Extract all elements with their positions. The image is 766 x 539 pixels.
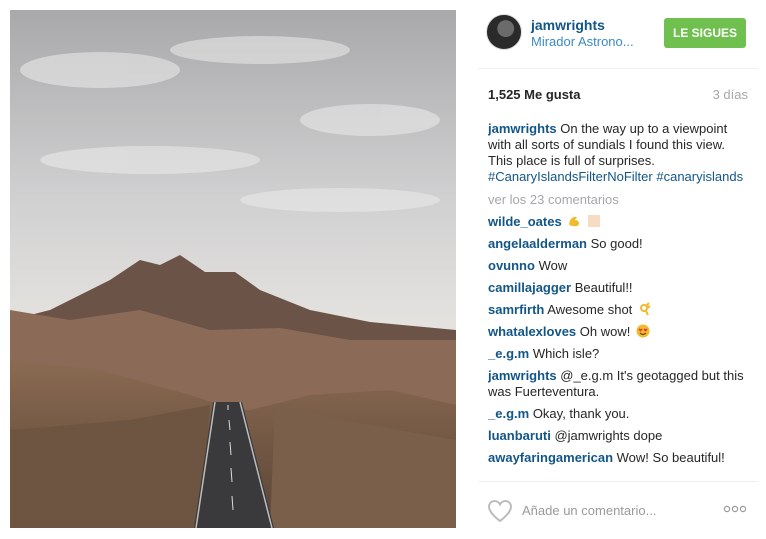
heart-outline-icon[interactable] <box>487 499 513 523</box>
comment-username[interactable]: angelaalderman <box>488 236 587 251</box>
comment-username[interactable]: awayfaringamerican <box>488 450 613 465</box>
likes-count[interactable]: 1,525 Me gusta <box>488 87 581 102</box>
comment-text: Wow! So beautiful! <box>616 450 725 465</box>
comment-username[interactable]: luanbaruti <box>488 428 551 443</box>
post-footer <box>478 481 758 539</box>
view-all-comments-link[interactable]: ver los 23 comentarios <box>488 192 750 208</box>
ok-hand-emoji <box>639 302 651 316</box>
post-age[interactable]: 3 días <box>713 87 748 102</box>
follow-button[interactable]: LE SIGUES <box>664 18 746 48</box>
comment-item: jamwrights @_e.g.m It's geotagged but th… <box>488 368 750 400</box>
add-comment-input[interactable] <box>522 500 702 520</box>
comment-username[interactable]: jamwrights <box>488 368 557 383</box>
comment-username[interactable]: whatalexloves <box>488 324 576 339</box>
post-sidebar: jamwrights Mirador Astrono... LE SIGUES … <box>478 0 766 538</box>
comment-item: ovunno Wow <box>488 258 750 274</box>
comment-item: luanbaruti @jamwrights dope <box>488 428 750 444</box>
comment-username[interactable]: camillajagger <box>488 280 571 295</box>
comment-item: camillajagger Beautiful!! <box>488 280 750 296</box>
comment-text: So good! <box>590 236 643 251</box>
comment-item: samrfirth Awesome shot <box>488 302 750 318</box>
comment-text: Awesome shot <box>547 302 633 317</box>
comment-text: Oh wow! <box>579 324 631 339</box>
flexed-biceps-emoji <box>569 216 580 227</box>
comment-item: wilde_oates <box>488 214 750 230</box>
post-location[interactable]: Mirador Astrono... <box>531 34 634 49</box>
avatar[interactable] <box>486 14 522 50</box>
comment-item: _e.g.m Okay, thank you. <box>488 406 750 422</box>
more-options-icon[interactable] <box>723 504 747 514</box>
post-header: jamwrights Mirador Astrono... LE SIGUES <box>478 0 758 69</box>
post-username[interactable]: jamwrights <box>531 17 605 33</box>
heart-eyes-emoji <box>636 324 650 338</box>
comment-username[interactable]: samrfirth <box>488 302 544 317</box>
comment-username[interactable]: ovunno <box>488 258 535 273</box>
comment-item: _e.g.m Which isle? <box>488 346 750 362</box>
comment-text: Okay, thank you. <box>532 406 630 421</box>
comment-item: awayfaringamerican Wow! So beautiful! <box>488 450 750 466</box>
hashtag-link[interactable]: #canaryislands <box>656 169 743 184</box>
comment-item: whatalexloves Oh wow! <box>488 324 750 340</box>
comment-text: Wow <box>538 258 568 273</box>
comment-item: angelaalderman So good! <box>488 236 750 252</box>
landscape-image <box>10 10 456 528</box>
caption-username[interactable]: jamwrights <box>488 121 557 136</box>
comment-username[interactable]: _e.g.m <box>488 346 529 361</box>
comment-text: Which isle? <box>532 346 600 361</box>
hashtag-link[interactable]: #CanaryIslandsFilterNoFilter <box>488 169 653 184</box>
comment-text: @jamwrights dope <box>554 428 663 443</box>
skin-tone-emoji <box>587 215 600 227</box>
post-photo[interactable] <box>10 10 456 528</box>
post-caption: jamwrights On the way up to a viewpoint … <box>488 121 750 185</box>
comment-username[interactable]: _e.g.m <box>488 406 529 421</box>
comment-username[interactable]: wilde_oates <box>488 214 562 229</box>
comment-text: Beautiful!! <box>574 280 633 295</box>
comments-list: jamwrights On the way up to a viewpoint … <box>488 121 750 479</box>
